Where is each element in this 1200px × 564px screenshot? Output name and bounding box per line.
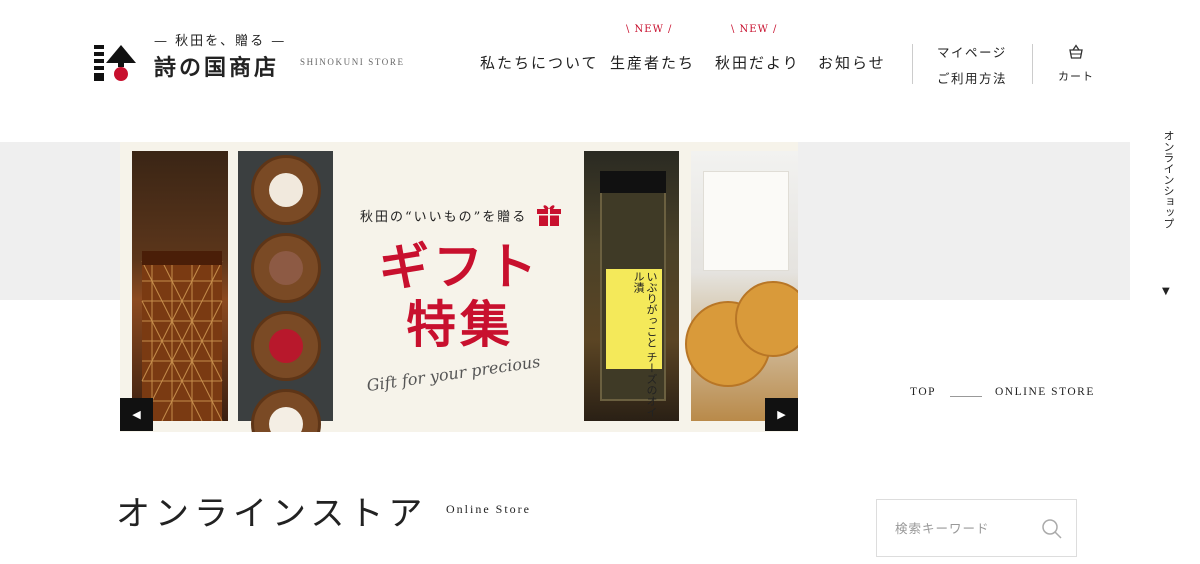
header-divider	[1032, 44, 1033, 84]
pickle-jar-photo: いぶりがっこと チーズのオイル漬	[584, 151, 679, 421]
search-icon[interactable]	[1041, 518, 1063, 540]
nav-producers-label: 生産者たち	[610, 54, 696, 72]
cookie	[251, 389, 321, 432]
banner-catch-copy: 秋田の“いいもの”を贈る	[360, 210, 528, 225]
header-divider	[912, 44, 913, 84]
search-input[interactable]	[895, 518, 1035, 538]
nav-akita-news-label: 秋田だより	[715, 54, 800, 72]
jar-label-text: いぶりがっこと チーズのオイル漬	[632, 271, 658, 418]
cracker-package	[703, 171, 789, 271]
jar-lid	[600, 171, 666, 193]
cart-label: カート	[1058, 70, 1094, 83]
logo-subtitle: SHINOKUNI STORE	[300, 57, 405, 67]
cookie	[251, 233, 321, 303]
page-subtitle: Online Store	[446, 502, 531, 516]
lacquer-box-photo	[132, 151, 228, 422]
howto-link[interactable]: ご利用方法	[937, 68, 1007, 87]
logo-mark-icon	[94, 45, 136, 81]
logo-name: 詩の国商店	[154, 55, 280, 81]
banner-script-text: Gift for your precious	[365, 351, 542, 396]
banner-next-button[interactable]: ▶	[765, 398, 798, 431]
page-title: オンラインストア	[116, 494, 428, 534]
cookie	[251, 311, 321, 381]
lacquer-pattern-icon	[141, 251, 223, 422]
cookie-photo	[238, 151, 333, 432]
new-badge: \ NEW /	[626, 24, 673, 35]
cart-button[interactable]: カート	[1055, 44, 1097, 84]
breadcrumb-current: ONLINE STORE	[995, 386, 1095, 398]
gift-banner[interactable]: 秋田の“いいもの”を贈る ギフト 特集 Gift for your precio…	[120, 142, 798, 432]
banner-title: ギフト 特集	[370, 238, 550, 354]
cart-basket-icon	[1069, 44, 1083, 59]
site-logo[interactable]: — 秋田を、贈る — 詩の国商店 SHINOKUNI STORE	[94, 30, 414, 90]
mypage-link[interactable]: マイページ	[937, 42, 1007, 61]
breadcrumb-separator	[950, 396, 982, 397]
new-badge: \ NEW /	[731, 24, 778, 35]
nav-notice-label: お知らせ	[818, 54, 886, 72]
triangle-down-icon: ▼	[1162, 286, 1170, 297]
rice-cracker-photo	[685, 151, 798, 421]
banner-title-line2: 特集	[406, 296, 514, 354]
breadcrumb-top[interactable]: TOP	[910, 386, 936, 398]
search-box	[876, 499, 1077, 557]
banner-prev-button[interactable]: ◀	[120, 398, 153, 431]
logo-tagline: — 秋田を、贈る —	[154, 34, 287, 49]
nav-about-label: 私たちについて	[480, 54, 599, 72]
banner-title-line1: ギフト	[379, 238, 541, 296]
side-online-shop-link[interactable]: オンラインショップ	[1160, 130, 1176, 229]
cookie	[251, 155, 321, 225]
gift-box-icon	[537, 205, 561, 226]
